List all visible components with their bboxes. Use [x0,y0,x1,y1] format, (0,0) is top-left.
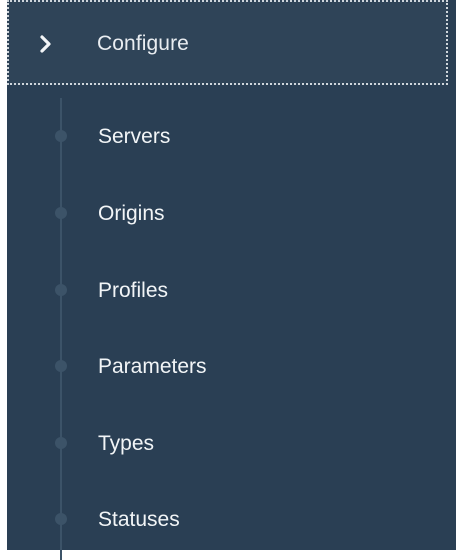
submenu-item-label: Types [98,432,155,455]
bullet-dot-icon [55,130,67,142]
submenu-item-label: Servers [98,125,171,148]
submenu-item-profiles[interactable]: Profiles [7,262,456,318]
submenu-item-servers[interactable]: Servers [7,108,456,164]
configure-menu-label: Configure [97,32,189,55]
submenu-item-label: Statuses [98,508,180,531]
configure-submenu: Servers Origins Profiles Parameters Type… [7,88,456,560]
submenu-item-statuses[interactable]: Statuses [7,491,456,547]
bullet-dot-icon [55,284,67,296]
submenu-item-label: Origins [98,202,165,225]
submenu-item-parameters[interactable]: Parameters [7,338,456,394]
submenu-item-types[interactable]: Types [7,415,456,471]
chevron-right-icon [40,35,51,53]
bullet-dot-icon [55,360,67,372]
bullet-dot-icon [55,437,67,449]
bullet-dot-icon [55,207,67,219]
submenu-item-origins[interactable]: Origins [7,185,456,241]
configure-menu-toggle[interactable]: Configure [7,0,448,85]
bullet-dot-icon [55,513,67,525]
sidebar-menu: Configure Servers Origins Profiles Param… [7,0,456,560]
submenu-item-label: Profiles [98,279,169,302]
submenu-item-label: Parameters [98,355,207,378]
